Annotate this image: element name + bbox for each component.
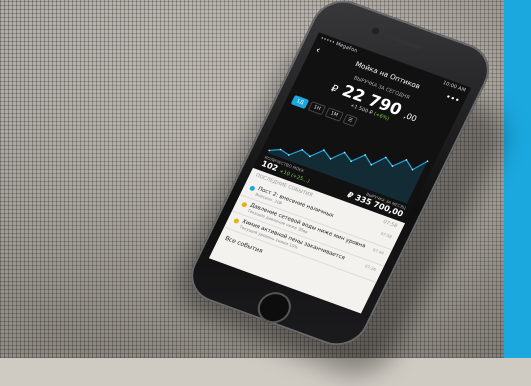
tab-month[interactable]: 1М — [324, 107, 344, 122]
earpiece-speaker — [384, 33, 422, 50]
accent-stripe — [504, 0, 531, 358]
tab-calendar[interactable]: ☰ — [341, 113, 359, 127]
event-status-dot — [248, 185, 256, 192]
amount-cents: ,00 — [402, 110, 419, 124]
event-time: 07:26 — [363, 263, 377, 272]
event-status-dot — [240, 201, 248, 208]
currency-symbol: ₽ — [328, 83, 340, 96]
event-time: 07:58 — [379, 230, 393, 240]
event-time: 07:44 — [371, 247, 385, 256]
tab-day[interactable]: 1Д — [290, 94, 310, 110]
event-status-dot — [232, 217, 240, 225]
tab-week[interactable]: 1Н — [307, 101, 327, 116]
front-camera — [370, 26, 381, 36]
